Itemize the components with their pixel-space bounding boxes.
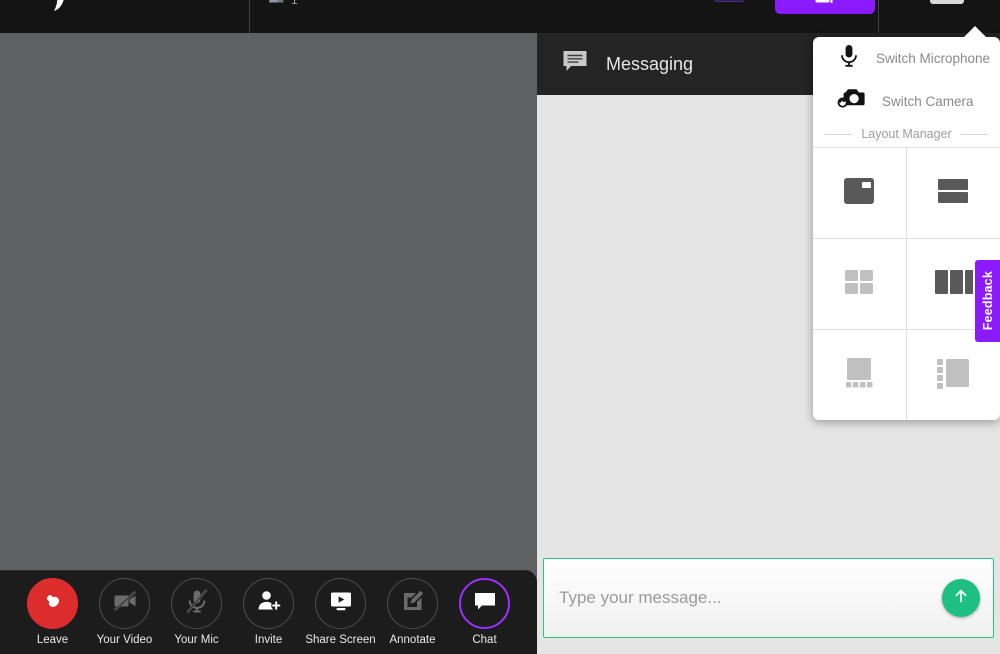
control-label: Your Mic <box>174 634 219 646</box>
control-annotate[interactable]: Annotate <box>382 578 444 646</box>
top-bar-divider-right <box>878 0 879 33</box>
layout-sidebar-left-icon <box>935 356 971 395</box>
control-chat[interactable]: Chat <box>454 578 516 646</box>
settings-popup-menu: Switch Microphone Switch Camera Layout M… <box>813 26 1000 420</box>
layout-columns-icon <box>933 266 979 303</box>
video-stage <box>0 33 537 654</box>
chat-compose-area: Type your message... <box>537 549 1000 654</box>
participants-indicator[interactable]: 1 <box>268 0 298 11</box>
layout-option-grid[interactable] <box>813 238 907 329</box>
person-add-icon <box>254 586 284 621</box>
chat-bubble-icon <box>471 587 499 620</box>
control-label: Your Video <box>96 634 153 646</box>
screen-share-icon <box>815 0 835 12</box>
section-rule-right <box>960 133 988 135</box>
menu-item-switch-microphone[interactable]: Switch Microphone <box>813 37 1000 80</box>
share-screen-button[interactable] <box>315 578 366 629</box>
layout-options-grid <box>813 147 1000 420</box>
participants-icon <box>268 0 286 11</box>
toggle-video-button[interactable] <box>99 578 150 629</box>
menu-item-label: Switch Microphone <box>876 51 991 66</box>
control-label: Leave <box>36 634 69 646</box>
popup-notch <box>963 26 987 38</box>
control-share-screen[interactable]: Share Screen <box>305 578 376 646</box>
chat-bubble-icon <box>562 49 588 80</box>
top-bar-divider-left <box>249 0 250 33</box>
control-label: Invite <box>254 634 283 646</box>
layout-filmstrip-bottom-icon <box>841 356 877 395</box>
menu-item-label: Switch Camera <box>882 94 974 109</box>
meeting-app-window: 1 Messaging <box>0 0 1000 654</box>
camera-switch-icon <box>837 86 867 117</box>
toggle-mic-button[interactable] <box>171 578 222 629</box>
layout-stacked-icon <box>936 175 970 212</box>
control-leave[interactable]: Leave <box>22 578 84 646</box>
layout-option-stacked[interactable] <box>906 147 1000 238</box>
layout-option-filmstrip-bottom[interactable] <box>813 329 907 420</box>
app-logo-icon <box>40 0 80 14</box>
phone-hangup-icon <box>38 586 68 621</box>
settings-menu-button[interactable] <box>930 0 964 4</box>
top-bar-primary-button[interactable] <box>775 0 875 14</box>
control-invite[interactable]: Invite <box>238 578 300 646</box>
participants-count: 1 <box>291 0 298 6</box>
menu-item-switch-camera[interactable]: Switch Camera <box>813 80 1000 123</box>
send-message-button[interactable] <box>942 579 980 617</box>
top-bar-secondary-button[interactable] <box>714 0 744 2</box>
control-your-mic[interactable]: Your Mic <box>166 578 228 646</box>
layout-grid-icon <box>842 266 876 303</box>
chat-panel-title: Messaging <box>606 53 694 74</box>
control-label: Chat <box>472 634 497 646</box>
control-label: Annotate <box>389 634 436 646</box>
microphone-icon <box>837 43 861 74</box>
message-input-box[interactable]: Type your message... <box>543 558 994 638</box>
layout-pip-icon <box>842 175 876 212</box>
invite-button[interactable] <box>243 578 294 629</box>
layout-option-picture-in-picture[interactable] <box>813 147 907 238</box>
chat-button[interactable] <box>459 578 510 629</box>
layout-manager-section-header: Layout Manager <box>813 123 1000 147</box>
arrow-up-icon <box>950 585 972 612</box>
control-label: Share Screen <box>305 634 376 646</box>
pencil-square-icon <box>398 586 428 621</box>
leave-button[interactable] <box>27 578 78 629</box>
annotate-button[interactable] <box>387 578 438 629</box>
layout-option-sidebar-left[interactable] <box>906 329 1000 420</box>
monitor-share-icon <box>326 586 356 621</box>
microphone-off-icon <box>182 586 212 621</box>
feedback-tab-label: Feedback <box>980 271 995 331</box>
top-bar: 1 <box>0 0 1000 33</box>
message-input-placeholder: Type your message... <box>559 588 722 607</box>
camera-off-icon <box>110 586 140 621</box>
section-rule-left <box>825 133 853 135</box>
control-your-video[interactable]: Your Video <box>94 578 156 646</box>
meeting-control-bar: Leave Your Video Your Mic Invite Share S… <box>0 570 537 654</box>
section-label: Layout Manager <box>861 127 952 141</box>
feedback-tab[interactable]: Feedback <box>975 260 1000 342</box>
